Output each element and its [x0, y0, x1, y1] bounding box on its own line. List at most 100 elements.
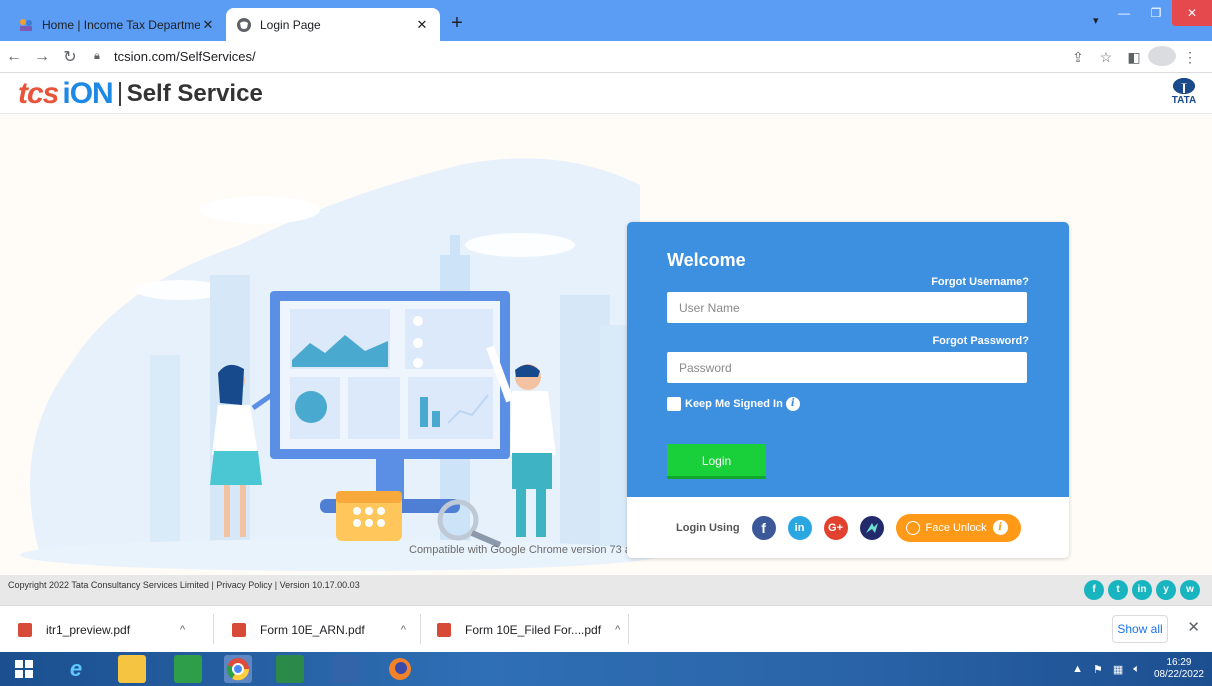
tata-wordmark: TATA — [1171, 95, 1197, 106]
login-card: Welcome Forgot Username? Forgot Password… — [627, 222, 1069, 558]
globe-icon — [236, 17, 252, 33]
tray-expand-icon[interactable]: ▲ — [1072, 663, 1083, 675]
password-input[interactable] — [667, 352, 1027, 383]
system-clock[interactable]: 16:29 08/22/2022 — [1154, 657, 1204, 681]
site-header: tcs iON Self Service TATA — [0, 74, 1212, 114]
keep-signed-in-checkbox[interactable] — [667, 397, 681, 411]
tray-flag-icon[interactable]: ⚑ — [1093, 663, 1103, 676]
welcome-heading: Welcome — [667, 250, 746, 270]
chrome-icon[interactable] — [224, 655, 252, 683]
divider — [420, 614, 421, 644]
footer-linkedin-icon[interactable]: in — [1132, 580, 1152, 600]
tab-close-icon[interactable]: ✕ — [414, 17, 430, 33]
back-arrow-icon[interactable]: ← — [0, 48, 28, 66]
logo-product-name: Self Service — [126, 80, 263, 107]
excel-icon[interactable] — [276, 655, 304, 683]
browser-tab-strip: Home | Income Tax Department ✕ Login Pag… — [0, 0, 1212, 41]
tata-emblem-icon — [1173, 78, 1195, 94]
chevron-up-icon[interactable]: ^ — [180, 624, 185, 636]
username-input[interactable] — [667, 292, 1027, 323]
forgot-password-link[interactable]: Forgot Password? — [932, 335, 1029, 347]
login-button[interactable]: Login — [667, 444, 766, 479]
footer-facebook-icon[interactable]: f — [1084, 580, 1104, 600]
minimize-icon[interactable]: — — [1108, 0, 1140, 26]
footer-youtube-icon[interactable]: y — [1156, 580, 1176, 600]
tata-logo: TATA — [1168, 78, 1200, 106]
tab-income-tax[interactable]: Home | Income Tax Department ✕ — [8, 8, 226, 41]
windows-taskbar: e ▲ ⚑ ▦ 🔈︎ 16:29 08/22/2022 — [0, 652, 1212, 686]
tab-login-page[interactable]: Login Page ✕ — [226, 8, 440, 41]
compatibility-note: Compatible with Google Chrome version 73… — [409, 544, 627, 556]
linkedin-login-icon[interactable]: in — [787, 515, 812, 540]
bookmark-star-icon[interactable]: ☆ — [1092, 49, 1120, 66]
tab-label: Home | Income Tax Department — [42, 17, 200, 32]
social-login-bar: Login Using f in G+ Face Unlock i — [627, 497, 1069, 558]
pdf-file-icon — [18, 622, 32, 637]
tab-close-icon[interactable]: ✕ — [200, 17, 216, 33]
window-close-icon[interactable]: ✕ — [1172, 0, 1212, 26]
keep-signed-in-label[interactable]: Keep Me Signed In — [685, 398, 783, 410]
login-using-label: Login Using — [676, 521, 740, 534]
google-plus-login-icon[interactable]: G+ — [823, 515, 848, 540]
footer-social-links: f t in y w — [1080, 580, 1200, 600]
tab-label: Login Page — [260, 17, 321, 32]
profile-avatar-icon[interactable] — [1148, 45, 1176, 69]
ion-digital-login-icon[interactable] — [859, 515, 884, 540]
volume-muted-icon[interactable]: 🔈︎ — [1133, 663, 1140, 676]
close-downloads-icon[interactable]: ✕ — [1187, 618, 1200, 636]
download-item[interactable]: Form 10E_ARN.pdf ^ — [232, 606, 406, 653]
share-icon[interactable]: ⇪ — [1064, 49, 1092, 66]
info-icon[interactable]: i — [785, 397, 800, 411]
kebab-menu-icon[interactable]: ⋮ — [1176, 49, 1204, 66]
download-item[interactable]: Form 10E_Filed For....pdf ^ — [437, 606, 620, 653]
download-filename: itr1_preview.pdf — [46, 622, 131, 637]
income-tax-favicon-icon — [18, 17, 34, 33]
download-filename: Form 10E_ARN.pdf — [260, 622, 365, 637]
login-page-main: Compatible with Google Chrome version 73… — [0, 115, 1212, 575]
file-explorer-icon[interactable] — [118, 655, 146, 683]
logo-ion-text: iON — [62, 77, 113, 110]
chevron-up-icon[interactable]: ^ — [615, 624, 620, 636]
footer-twitter-icon[interactable]: t — [1108, 580, 1128, 600]
logo-tcs-text: tcs — [18, 77, 59, 110]
clock-date: 08/22/2022 — [1153, 669, 1204, 680]
divider — [628, 614, 629, 644]
download-item[interactable]: itr1_preview.pdf ^ — [18, 606, 185, 653]
show-all-downloads-button[interactable]: Show all — [1112, 615, 1168, 643]
clock-time: 16:29 — [1166, 657, 1192, 668]
downloads-bar: itr1_preview.pdf ^ Form 10E_ARN.pdf ^ Fo… — [0, 605, 1212, 652]
tcs-ion-logo[interactable]: tcs iON Self Service — [18, 77, 263, 110]
divider — [213, 614, 214, 644]
firefox-icon[interactable] — [386, 655, 414, 683]
toolbar-actions: ⇪ ☆ ◧ ⋮ — [1064, 41, 1204, 73]
side-panel-icon[interactable]: ◧ — [1120, 49, 1148, 66]
pdf-file-icon — [232, 622, 246, 637]
forward-arrow-icon[interactable]: → — [28, 48, 56, 66]
windows-start-icon[interactable] — [10, 655, 38, 683]
face-unlock-button[interactable]: Face Unlock i — [895, 513, 1021, 542]
face-unlock-label: Face Unlock — [925, 521, 987, 534]
copyright-text: Copyright 2022 Tata Consultancy Services… — [8, 580, 360, 590]
network-icon[interactable]: ▦ — [1113, 663, 1123, 676]
face-unlock-info-icon[interactable]: i — [992, 520, 1008, 535]
logo-divider — [118, 82, 121, 106]
system-tray: ▲ ⚑ ▦ 🔈︎ 16:29 08/22/2022 — [1062, 652, 1204, 686]
window-controls: — ❐ ✕ — [1108, 0, 1212, 30]
url-text: tcsion.com/SelfServices/ — [114, 49, 256, 64]
footer-wordpress-icon[interactable]: w — [1180, 580, 1200, 600]
internet-explorer-icon[interactable]: e — [62, 655, 90, 683]
login-form-panel: Welcome Forgot Username? Forgot Password… — [627, 222, 1069, 497]
browser-toolbar: ← → ↻ 🔒︎ tcsion.com/SelfServices/ ⇪ ☆ ◧ … — [0, 41, 1212, 73]
forgot-username-link[interactable]: Forgot Username? — [931, 276, 1029, 288]
pdf-file-icon — [437, 622, 451, 637]
store-icon[interactable] — [174, 655, 202, 683]
reload-icon[interactable]: ↻ — [56, 47, 84, 67]
lock-icon: 🔒︎ — [94, 50, 100, 62]
facebook-login-icon[interactable]: f — [751, 515, 776, 540]
word-icon[interactable] — [332, 655, 360, 683]
address-bar[interactable]: 🔒︎ tcsion.com/SelfServices/ — [94, 43, 994, 71]
new-tab-button[interactable]: + — [444, 10, 470, 36]
keep-signed-in-row: Keep Me Signed In i — [667, 397, 800, 411]
chevron-up-icon[interactable]: ^ — [401, 624, 406, 636]
restore-icon[interactable]: ❐ — [1140, 0, 1172, 26]
